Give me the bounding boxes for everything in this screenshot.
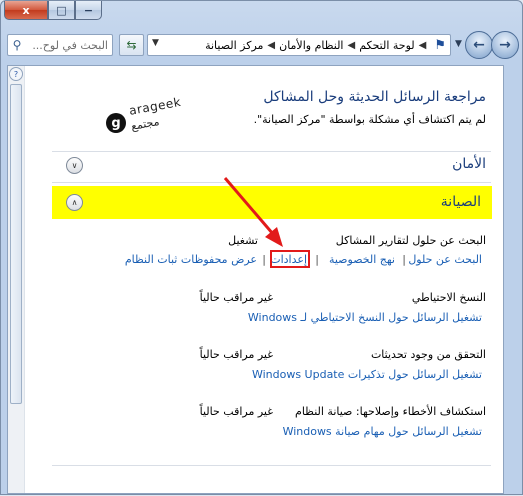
breadcrumb-control-panel[interactable]: لوحة التحكم bbox=[359, 39, 414, 52]
updates-status: غير مراقب حالياً bbox=[199, 348, 273, 361]
watermark-logo: g arageek مجتمع bbox=[106, 95, 186, 144]
main-content: مراجعة الرسائل الحديثة وحل المشاكل لم يت… bbox=[24, 66, 503, 493]
link-separator: | bbox=[262, 253, 266, 266]
backup-messages-link[interactable]: تشغيل الرسائل حول النسخ الاحتياطي لـ Win… bbox=[248, 311, 482, 324]
minimize-button[interactable]: − bbox=[75, 1, 102, 20]
help-icon[interactable]: ? bbox=[9, 67, 23, 81]
flag-icon: ⚑ bbox=[434, 37, 446, 53]
privacy-policy-link[interactable]: نهج الخصوصية bbox=[329, 253, 395, 266]
scrollbar[interactable]: ? bbox=[8, 66, 25, 493]
address-dropdown-icon[interactable]: ▼ bbox=[152, 38, 159, 48]
logo-icon: g bbox=[106, 113, 126, 133]
breadcrumb-action-center[interactable]: مركز الصيانة bbox=[205, 39, 263, 52]
search-icon[interactable]: ⚲ bbox=[8, 38, 26, 52]
chevron-up-icon[interactable]: ∧ bbox=[66, 194, 83, 211]
crumb-separator[interactable]: ◀ bbox=[267, 40, 275, 51]
troubleshooting-label: استكشاف الأخطاء وإصلاحها: صيانة النظام bbox=[295, 405, 486, 418]
section-title-security[interactable]: الأمان bbox=[452, 156, 486, 172]
logo-brand: arageek bbox=[128, 94, 183, 118]
link-separator: | bbox=[402, 253, 406, 266]
problem-reports-label: البحث عن حلول لتقارير المشاكل bbox=[335, 234, 486, 247]
backup-label: النسخ الاحتياطي bbox=[411, 291, 486, 304]
maintenance-messages-link[interactable]: تشغيل الرسائل حول مهام صيانة Windows bbox=[283, 425, 482, 438]
breadcrumb-system-security[interactable]: النظام والأمان bbox=[279, 39, 343, 52]
recent-pages-icon[interactable]: ▼ bbox=[455, 39, 462, 49]
settings-highlight-box bbox=[270, 250, 310, 268]
page-title: مراجعة الرسائل الحديثة وحل المشاكل bbox=[263, 89, 486, 105]
address-bar[interactable]: ⚑ ◀ لوحة التحكم ◀ النظام والأمان ◀ مركز … bbox=[147, 34, 451, 56]
view-reliability-history-link[interactable]: عرض محفوظات ثبات النظام bbox=[125, 253, 257, 266]
search-box[interactable]: ⚲ البحث في لوح... bbox=[7, 34, 113, 56]
link-separator: | bbox=[315, 253, 319, 266]
search-placeholder: البحث في لوح... bbox=[32, 38, 108, 52]
problem-reports-status: تشغيل bbox=[228, 234, 258, 247]
refresh-icon[interactable]: ⇆ bbox=[119, 34, 144, 56]
crumb-separator[interactable]: ◀ bbox=[419, 40, 427, 51]
maintenance-header-highlight[interactable]: الصيانة ∧ bbox=[52, 186, 492, 219]
troubleshooting-status: غير مراقب حالياً bbox=[199, 405, 273, 418]
updates-label: التحقق من وجود تحديثات bbox=[370, 348, 486, 361]
close-button[interactable]: x bbox=[4, 1, 48, 20]
caption-buttons: x □ − bbox=[4, 1, 102, 20]
section-title-maintenance[interactable]: الصيانة bbox=[441, 194, 481, 210]
crumb-separator[interactable]: ◀ bbox=[347, 40, 355, 51]
forward-arrow-icon[interactable]: ← bbox=[465, 31, 493, 59]
nav-buttons: ▼ ← → bbox=[455, 31, 519, 59]
backup-status: غير مراقب حالياً bbox=[199, 291, 273, 304]
content-pane: ? مراجعة الرسائل الحديثة وحل المشاكل لم … bbox=[7, 65, 504, 494]
navigation-bar: ⚲ البحث في لوح... ⇆ ⚑ ◀ لوحة التحكم ◀ ال… bbox=[7, 31, 519, 60]
back-arrow-icon[interactable]: → bbox=[491, 31, 519, 59]
logo-tagline: مجتمع bbox=[130, 115, 161, 133]
scrollbar-thumb[interactable] bbox=[10, 84, 22, 404]
maximize-button[interactable]: □ bbox=[48, 1, 75, 20]
check-for-solutions-link[interactable]: البحث عن حلول bbox=[408, 253, 482, 266]
divider bbox=[52, 465, 491, 466]
divider bbox=[52, 182, 491, 183]
page-subtitle: لم يتم اكتشاف أي مشكلة بواسطة "مركز الصي… bbox=[253, 113, 486, 126]
update-messages-link[interactable]: تشغيل الرسائل حول تذكيرات Windows Update bbox=[252, 368, 482, 381]
chevron-down-icon[interactable]: ∨ bbox=[66, 157, 83, 174]
divider bbox=[52, 151, 491, 152]
window-frame: x □ − ⚲ البحث في لوح... ⇆ ⚑ ◀ لوحة التحك… bbox=[0, 0, 523, 495]
